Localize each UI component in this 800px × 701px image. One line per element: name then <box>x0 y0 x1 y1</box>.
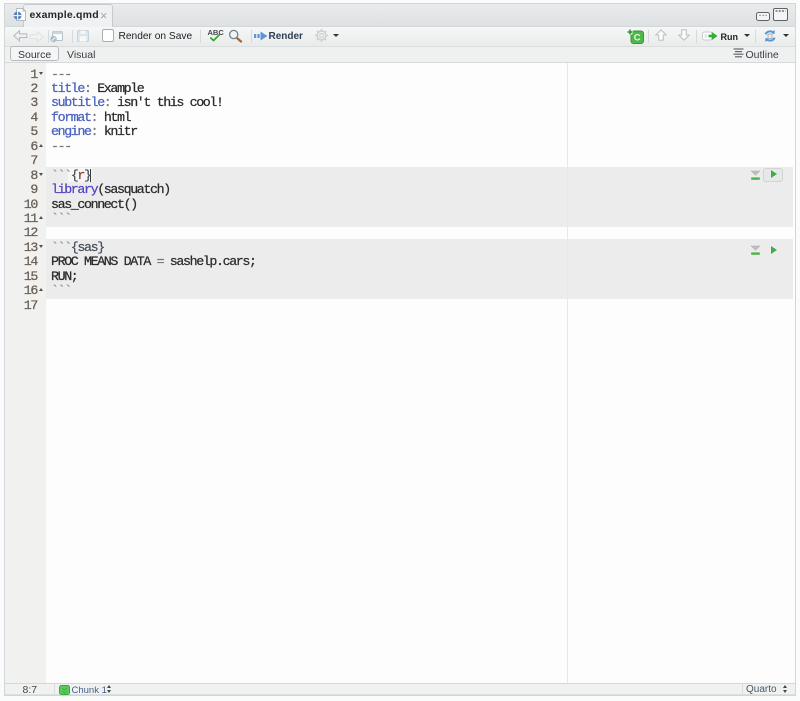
svg-text:C: C <box>634 33 641 44</box>
